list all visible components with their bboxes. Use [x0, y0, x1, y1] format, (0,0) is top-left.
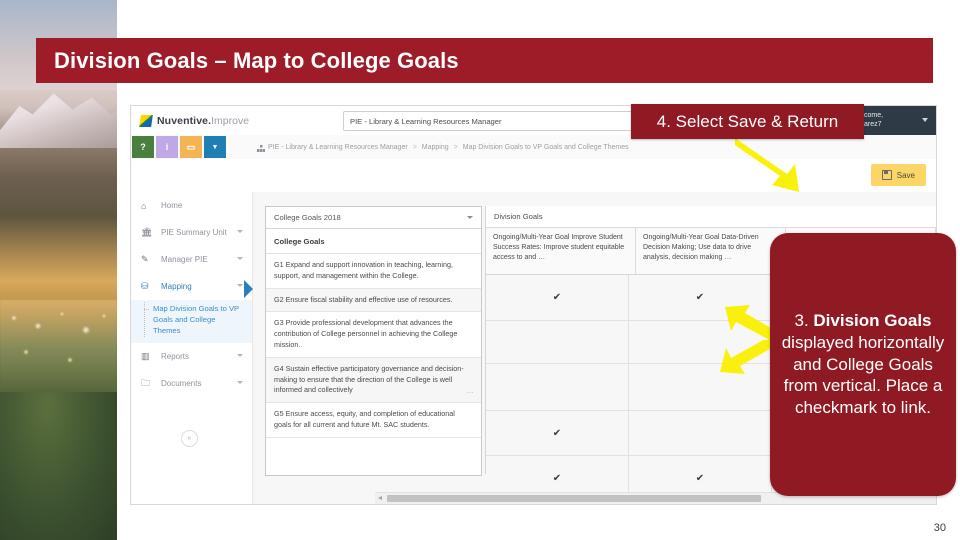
sidebar-item-documents[interactable]: 🗀 Documents: [131, 370, 252, 397]
sidebar-item-pie-summary-unit[interactable]: 🏛 PIE Summary Unit: [131, 219, 252, 246]
sidebar-item-map-division-goals[interactable]: Map Division Goals to VP Goals and Colle…: [131, 300, 252, 343]
page-number: 30: [934, 522, 946, 534]
photo-hillside: [0, 392, 117, 540]
chevron-down-icon: [467, 216, 473, 219]
report-icon: ▥: [141, 351, 154, 362]
sitemap-icon: [257, 145, 265, 152]
callout-step-4: 4. Select Save & Return: [631, 104, 864, 139]
checkmark-icon: ✔: [553, 292, 561, 303]
college-goals-panel: College Goals 2018 College Goals G1 Expa…: [265, 206, 482, 476]
sidebar-item-reports[interactable]: ▥ Reports: [131, 343, 252, 370]
sitemap-icon: ⛁: [141, 281, 154, 292]
division-goal-column-header: Ongoing/Multi-Year Goal Improve Student …: [486, 228, 636, 274]
college-goals-year-select[interactable]: College Goals 2018: [266, 207, 481, 229]
mapping-cell[interactable]: [486, 364, 629, 410]
collapse-icon[interactable]: «: [181, 430, 198, 447]
mapping-cell[interactable]: ✔: [486, 411, 629, 455]
callout-step-4-text: 4. Select Save & Return: [657, 112, 838, 132]
sidebar-subitem-label: Map Division Goals to VP Goals and Colle…: [153, 304, 239, 335]
division-goals-title: Division Goals: [486, 206, 936, 228]
scrollbar-thumb[interactable]: [387, 495, 761, 502]
chevron-down-icon: [237, 381, 243, 384]
callout-step-3-rest: displayed horizontally and College Goals…: [782, 333, 945, 417]
college-goal-row[interactable]: G4 Sustain effective participatory gover…: [266, 358, 481, 403]
college-goals-header: College Goals: [266, 229, 481, 254]
home-icon: ⌂: [141, 201, 154, 211]
wrench-icon: ✎: [141, 254, 154, 265]
info-button[interactable]: i: [156, 136, 178, 158]
page-title: Division Goals – Map to College Goals: [36, 48, 459, 74]
sidebar-item-mapping[interactable]: ⛁ Mapping: [131, 273, 252, 300]
brand-logo: Nuventive. Improve: [131, 115, 249, 127]
mapping-cell[interactable]: [629, 411, 772, 455]
callout-step-3-bold: Division Goals: [813, 311, 931, 330]
checkmark-icon: ✔: [553, 428, 561, 439]
slide-canvas: Division Goals – Map to College Goals Nu…: [0, 0, 960, 540]
callout-step-3: 3. Division Goals displayed horizontally…: [770, 233, 956, 496]
breadcrumb-item-0[interactable]: PIE - Library & Learning Resources Manag…: [268, 144, 408, 151]
chevron-down-icon: [237, 284, 243, 287]
sidebar-item-label: PIE Summary Unit: [161, 228, 227, 237]
pie-selector-value: PIE - Library & Learning Resources Manag…: [350, 117, 502, 126]
chevron-down-icon: [237, 257, 243, 260]
college-goal-text: G2 Ensure fiscal stability and effective…: [274, 295, 452, 304]
brand-product: Improve: [211, 115, 249, 127]
sidebar-item-label: Documents: [161, 379, 201, 388]
checkmark-icon: ✔: [696, 473, 704, 484]
folder-icon: 🗀: [141, 376, 154, 392]
mapping-cell[interactable]: [629, 364, 772, 410]
brand-name: Nuventive.: [157, 115, 211, 127]
filter-button[interactable]: ▼: [204, 136, 226, 158]
college-goal-text: G1 Expand and support innovation in teac…: [274, 260, 453, 280]
college-goal-text: G4 Sustain effective participatory gover…: [274, 364, 464, 395]
breadcrumb-separator: >: [413, 144, 417, 151]
chevron-down-icon: [237, 354, 243, 357]
mapping-cell[interactable]: ✔: [629, 275, 772, 320]
sidebar-item-label: Manager PIE: [161, 255, 208, 264]
division-goal-column-header: Ongoing/Multi-Year Goal Data-Driven Deci…: [636, 228, 786, 274]
sidebar-item-label: Home: [161, 201, 182, 210]
user-menu[interactable]: come, arez7: [858, 106, 936, 135]
breadcrumb-item-2[interactable]: Map Division Goals to VP Goals and Colle…: [463, 144, 629, 151]
action-bar: Save: [131, 159, 936, 194]
mapping-cell[interactable]: [486, 321, 629, 363]
sidebar-item-label: Reports: [161, 352, 189, 361]
notes-button[interactable]: ▭: [180, 136, 202, 158]
help-button[interactable]: ?: [132, 136, 154, 158]
sidebar-item-manager-pie[interactable]: ✎ Manager PIE: [131, 246, 252, 273]
college-goals-year-value: College Goals 2018: [274, 213, 341, 222]
sidebar-item-home[interactable]: ⌂ Home: [131, 192, 252, 219]
sidebar-item-label: Mapping: [161, 282, 192, 291]
college-goal-text: G3 Provide professional development that…: [274, 318, 457, 349]
sidebar: ⌂ Home 🏛 PIE Summary Unit ✎ Manager PIE …: [131, 192, 253, 504]
truncation-ellipsis: …: [466, 386, 474, 397]
checkmark-icon: ✔: [696, 292, 704, 303]
save-button-label: Save: [897, 171, 915, 180]
college-goal-row[interactable]: G5 Ensure access, equity, and completion…: [266, 403, 481, 438]
breadcrumb-item-1[interactable]: Mapping: [422, 144, 449, 151]
slide-title-banner: Division Goals – Map to College Goals: [36, 38, 933, 83]
breadcrumb: PIE - Library & Learning Resources Manag…: [257, 135, 629, 159]
user-menu-line1: come,: [864, 112, 883, 121]
chevron-down-icon: [922, 118, 928, 122]
callout-step-3-prefix: 3.: [795, 311, 814, 330]
checkmark-icon: ✔: [553, 473, 561, 484]
chevron-left-icon[interactable]: [378, 496, 382, 500]
user-menu-line2: arez7: [864, 121, 883, 130]
college-goal-row[interactable]: G1 Expand and support innovation in teac…: [266, 254, 481, 289]
college-goal-row[interactable]: G3 Provide professional development that…: [266, 312, 481, 357]
college-goal-text: G5 Ensure access, equity, and completion…: [274, 409, 455, 429]
college-goal-row[interactable]: G2 Ensure fiscal stability and effective…: [266, 289, 481, 313]
nuventive-logo-icon: [139, 115, 153, 127]
bank-icon: 🏛: [141, 227, 154, 238]
mapping-cell[interactable]: [629, 321, 772, 363]
chevron-down-icon: [237, 230, 243, 233]
save-button[interactable]: Save: [871, 164, 926, 186]
active-item-pointer: [244, 280, 253, 298]
mapping-cell[interactable]: ✔: [486, 275, 629, 320]
breadcrumb-separator: >: [454, 144, 458, 151]
floppy-disk-icon: [882, 170, 892, 180]
